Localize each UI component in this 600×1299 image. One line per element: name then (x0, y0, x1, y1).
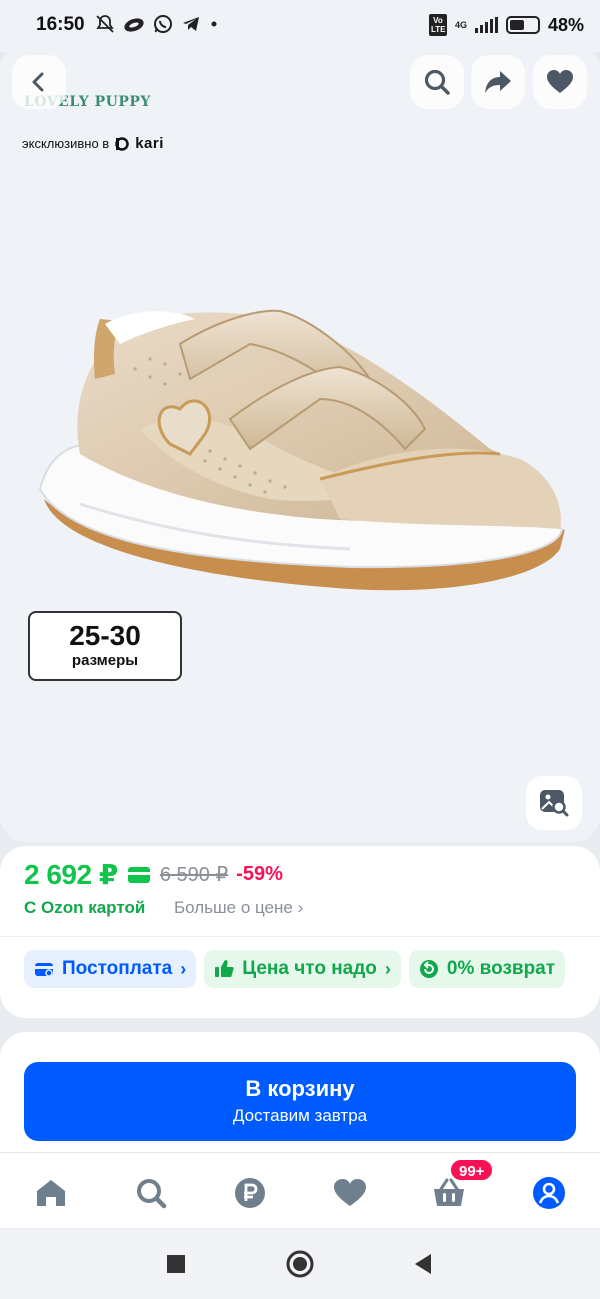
dot-icon (211, 21, 217, 27)
heart-icon (334, 1179, 366, 1206)
system-status-icons: Vo LTE 4G 48% (428, 14, 584, 36)
bottom-nav (0, 1152, 600, 1228)
size-range: 25-30 (69, 620, 141, 651)
search-button[interactable] (410, 55, 464, 109)
battery-icon (505, 16, 540, 34)
nav-favorites[interactable] (330, 1173, 370, 1213)
image-search-icon (540, 790, 569, 817)
search-icon (137, 1179, 167, 1209)
product-shoe-image (38, 309, 565, 591)
search-icon (424, 69, 450, 95)
signal-icon (474, 17, 498, 33)
size-badge: 25-30 размеры (28, 611, 182, 681)
back-icon (32, 72, 44, 92)
delivery-info: Доставим завтра (232, 1106, 368, 1125)
image-search-button[interactable] (526, 776, 582, 830)
exclusive-label: эксклюзивно в kari (22, 135, 164, 152)
price-card: 2 692 ₽ 6 590 ₽ -59% С Ozon картой Больш… (0, 846, 600, 1018)
share-icon (485, 71, 511, 93)
ozon-card-label: С Ozon картой (24, 898, 146, 917)
exclusive-text: эксклюзивно в (22, 136, 110, 151)
favorite-button[interactable] (533, 55, 587, 109)
current-price: 2 692 ₽ (24, 859, 118, 890)
triangle-back-icon (415, 1254, 431, 1274)
old-price: 6 590 ₽ (159, 864, 229, 886)
telegram-icon (183, 17, 199, 31)
cloud-icon (124, 18, 144, 32)
whatsapp-icon (154, 15, 172, 33)
circle-icon (286, 1250, 314, 1278)
system-navigation-bar (0, 1229, 600, 1299)
chip-fair-price-label: Цена что надо (242, 958, 377, 979)
add-to-cart-button[interactable]: В корзину Доставим завтра (24, 1062, 576, 1141)
cart-card: В корзину Доставим завтра (0, 1032, 600, 1152)
ruble-icon (235, 1178, 265, 1208)
recents-button[interactable] (161, 1249, 191, 1279)
profile-icon (533, 1177, 565, 1209)
chip-postpay[interactable]: Постоплата › (24, 950, 197, 988)
back-nav-button[interactable] (408, 1249, 438, 1279)
chip-return[interactable]: 0% возврат (408, 950, 566, 988)
exclusive-store: kari (135, 135, 164, 152)
feature-chips: Постоплата › Цена что надо › 0% возврат (24, 950, 566, 988)
nav-home[interactable] (31, 1173, 71, 1213)
status-time: 16:50 (36, 14, 85, 35)
discount-badge: -59% (236, 863, 283, 885)
kari-logo-icon (115, 136, 129, 151)
heart-icon (547, 70, 573, 93)
square-icon (167, 1255, 185, 1273)
ozon-card-icon (127, 866, 150, 883)
share-button[interactable] (471, 55, 525, 109)
wallet-icon (35, 963, 53, 977)
muted-bell-icon (96, 15, 114, 33)
basket-icon (434, 1178, 464, 1206)
divider (0, 936, 600, 937)
nav-profile[interactable] (529, 1173, 569, 1213)
more-price-label: Больше о цене (174, 898, 293, 917)
cart-count-badge: 99+ (449, 1158, 495, 1182)
product-gallery[interactable]: LOVELY PUPPY эксклюзивно в kari 25-30 ра… (0, 44, 600, 842)
nav-finance[interactable] (230, 1173, 270, 1213)
home-icon (37, 1180, 65, 1206)
chevron-right-icon: › (297, 898, 304, 917)
return-icon (419, 960, 438, 978)
nav-catalog[interactable] (131, 1173, 171, 1213)
volte-badge: Vo LTE (428, 14, 447, 36)
price-row: 2 692 ₽ 6 590 ₽ -59% (24, 858, 283, 891)
back-button[interactable] (12, 55, 66, 109)
chevron-right-icon: › (180, 958, 187, 979)
size-label: размеры (71, 652, 139, 669)
chip-postpay-label: Постоплата (62, 958, 173, 979)
home-button[interactable] (285, 1249, 315, 1279)
notification-icons (95, 14, 219, 34)
more-price-link[interactable]: Больше о цене › (174, 898, 303, 918)
network-type: 4G (454, 20, 467, 30)
chip-fair-price[interactable]: Цена что надо › (204, 950, 401, 988)
chip-return-label: 0% возврат (446, 958, 556, 979)
chevron-right-icon: › (384, 958, 391, 979)
add-to-cart-label: В корзину (245, 1076, 355, 1101)
battery-percent: 48% (547, 14, 584, 35)
thumbs-up-icon (215, 960, 234, 977)
